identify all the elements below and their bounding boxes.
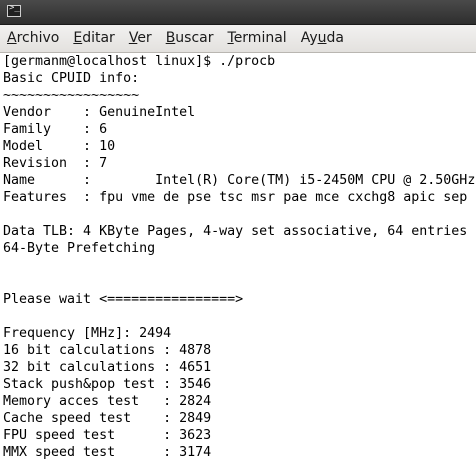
- terminal-line: Stack push&pop test : 3546: [3, 377, 212, 392]
- terminal-line: Model : 10: [3, 139, 116, 154]
- terminal-line: 16 bit calculations : 4878: [3, 343, 212, 358]
- terminal-line: Features : fpu vme de pse tsc msr pae mc…: [3, 190, 476, 205]
- terminal-line: Family : 6: [3, 122, 108, 137]
- menu-bar: Archivo Editar Ver Buscar Terminal Ayuda: [0, 25, 476, 53]
- window-titlebar[interactable]: >_: [0, 0, 476, 25]
- terminal-line: Basic CPUID info:: [3, 71, 140, 86]
- terminal-line: Memory acces test : 2824: [3, 394, 212, 409]
- terminal-line: 32 bit calculations : 4651: [3, 360, 212, 375]
- terminal-output[interactable]: [germanm@localhost linux]$ ./procb Basic…: [0, 53, 476, 467]
- terminal-line: Vendor : GenuineIntel: [3, 105, 196, 120]
- menu-ayuda[interactable]: Ayuda: [294, 25, 351, 52]
- menu-editar[interactable]: Editar: [66, 25, 121, 52]
- terminal-line: Revision : 7: [3, 156, 108, 171]
- menu-buscar[interactable]: Buscar: [159, 25, 221, 52]
- terminal-line: ~~~~~~~~~~~~~~~~~: [3, 88, 140, 103]
- menu-archivo[interactable]: Archivo: [0, 25, 66, 52]
- menu-ver[interactable]: Ver: [122, 25, 159, 52]
- terminal-line: MMX speed test : 3174: [3, 445, 212, 460]
- terminal-line: Name : Intel(R) Core(TM) i5-2450M CPU @ …: [3, 173, 476, 188]
- terminal-line: Cache speed test : 2849: [3, 411, 212, 426]
- terminal-line: [germanm@localhost linux]$ ./procb: [3, 54, 276, 69]
- terminal-line: Frequency [MHz]: 2494: [3, 326, 172, 341]
- terminal-line: Data TLB: 4 KByte Pages, 4-way set assoc…: [3, 224, 468, 239]
- terminal-line: 64-Byte Prefetching: [3, 241, 156, 256]
- menu-terminal[interactable]: Terminal: [221, 25, 294, 52]
- terminal-icon[interactable]: >_: [7, 3, 21, 17]
- terminal-line: FPU speed test : 3623: [3, 428, 212, 443]
- terminal-line: Please wait <================>: [3, 292, 244, 307]
